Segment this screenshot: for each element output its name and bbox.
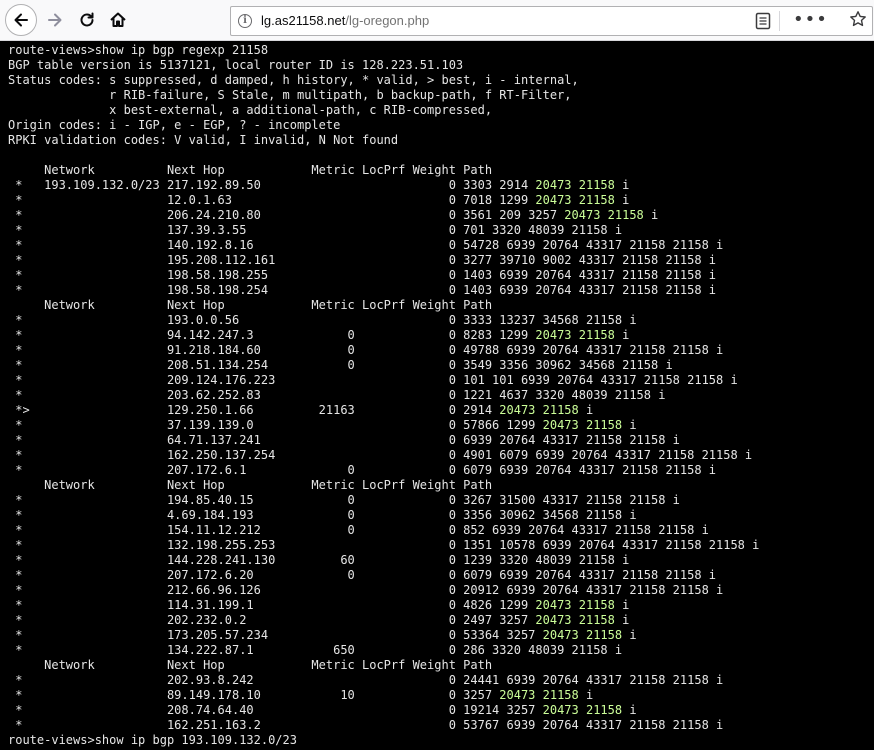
- table-row: * 193.109.132.0/23 217.192.89.50 0 3303 …: [8, 178, 630, 192]
- table-row: * 144.228.241.130 60 0 1239 3320 48039 2…: [8, 553, 630, 567]
- table-row: * 209.124.176.223 0 101 101 6939 20764 4…: [8, 373, 738, 387]
- table-row: * 206.24.210.80 0 3561 209 3257 20473 21…: [8, 208, 659, 222]
- table-row: * 194.85.40.15 0 0 3267 31500 43317 2115…: [8, 493, 680, 507]
- highlighted-as-path: 20473 21158: [542, 628, 623, 642]
- terminal-line: RPKI validation codes: V valid, I invali…: [8, 133, 399, 147]
- table-row: * 64.71.137.241 0 6939 20764 43317 21158…: [8, 433, 680, 447]
- table-row: * 114.31.199.1 0 4826 1299 20473 21158 i: [8, 598, 630, 612]
- highlighted-as-path: 20473 21158: [535, 598, 615, 612]
- table-row: * 37.139.139.0 0 57866 1299 20473 21158 …: [8, 418, 637, 432]
- table-row: * 207.172.6.20 0 0 6079 6939 20764 43317…: [8, 568, 717, 582]
- table-row: * 12.0.1.63 0 7018 1299 20473 21158 i: [8, 193, 630, 207]
- table-header-row: Network Next Hop Metric LocPrf Weight Pa…: [8, 163, 493, 177]
- highlighted-as-path: 20473 21158: [535, 178, 615, 192]
- reload-button[interactable]: [72, 5, 102, 35]
- table-row: * 198.58.198.255 0 1403 6939 20764 43317…: [8, 268, 717, 282]
- terminal-line: x best-external, a additional-path, c RI…: [8, 103, 493, 117]
- highlighted-as-path: 20473 21158: [535, 613, 615, 627]
- url-bar[interactable]: i lg.as21158.net/lg-oregon.php •••: [230, 6, 873, 36]
- table-row: *> 129.250.1.66 21163 0 2914 20473 21158…: [8, 403, 594, 417]
- table-row: * 207.172.6.1 0 0 6079 6939 20764 43317 …: [8, 463, 717, 477]
- browser-toolbar: i lg.as21158.net/lg-oregon.php •••: [0, 0, 874, 41]
- table-row: * 208.74.64.40 0 19214 3257 20473 21158 …: [8, 703, 637, 717]
- reader-view-icon[interactable]: [755, 12, 771, 30]
- table-row: * 94.142.247.3 0 0 8283 1299 20473 21158…: [8, 328, 630, 342]
- terminal-line: Origin codes: i - IGP, e - EGP, ? - inco…: [8, 118, 341, 132]
- terminal-line: Status codes: s suppressed, d damped, h …: [8, 73, 579, 87]
- table-row: * 173.205.57.234 0 53364 3257 20473 2115…: [8, 628, 637, 642]
- table-row: * 195.208.112.161 0 3277 39710 9002 4331…: [8, 253, 717, 267]
- table-row: * 154.11.12.212 0 0 852 6939 20764 43317…: [8, 523, 709, 537]
- highlighted-as-path: 20473 21158: [542, 703, 623, 717]
- home-button[interactable]: [103, 5, 133, 35]
- info-icon[interactable]: i: [238, 14, 252, 28]
- table-row: * 193.0.0.56 0 3333 13237 34568 21158 i: [8, 313, 637, 327]
- terminal-line: BGP table version is 5137121, local rout…: [8, 58, 464, 72]
- home-icon: [110, 12, 126, 27]
- table-row: * 137.39.3.55 0 701 3320 48039 21158 i: [8, 223, 623, 237]
- url-host: lg.as21158.net: [261, 13, 346, 28]
- table-row: * 89.149.178.10 10 0 3257 20473 21158 i: [8, 688, 594, 702]
- back-button[interactable]: [5, 4, 37, 36]
- back-arrow-icon: [14, 13, 28, 27]
- reload-icon: [80, 12, 94, 27]
- highlighted-as-path: 20473 21158: [499, 688, 579, 702]
- bookmark-star-icon[interactable]: [849, 10, 867, 28]
- table-header-row: Network Next Hop Metric LocPrf Weight Pa…: [8, 298, 493, 312]
- table-header-row: Network Next Hop Metric LocPrf Weight Pa…: [8, 658, 493, 672]
- table-row: * 212.66.96.126 0 20912 6939 20764 43317…: [8, 583, 724, 597]
- table-row: * 91.218.184.60 0 0 49788 6939 20764 433…: [8, 343, 724, 357]
- table-row: * 140.192.8.16 0 54728 6939 20764 43317 …: [8, 238, 724, 252]
- table-row: * 202.232.0.2 0 2497 3257 20473 21158 i: [8, 613, 630, 627]
- forward-arrow-icon: [48, 13, 62, 27]
- highlighted-as-path: 20473 21158: [535, 193, 615, 207]
- highlighted-as-path: 20473 21158: [564, 208, 644, 222]
- table-row: * 4.69.184.193 0 0 3356 30962 34568 2115…: [8, 508, 637, 522]
- table-row: * 208.51.134.254 0 0 3549 3356 30962 345…: [8, 358, 673, 372]
- more-options-icon[interactable]: •••: [793, 9, 828, 30]
- highlighted-as-path: 20473 21158: [499, 403, 579, 417]
- table-row: * 132.198.255.253 0 1351 10578 6939 2076…: [8, 538, 760, 552]
- command-prompt-line: route-views>show ip bgp 193.109.132.0/23: [8, 733, 297, 747]
- url-path: /lg-oregon.php: [345, 13, 430, 28]
- terminal-line: r RIB-failure, S Stale, m multipath, b b…: [8, 88, 572, 102]
- table-row: * 202.93.8.242 0 24441 6939 20764 43317 …: [8, 673, 724, 687]
- table-row: * 162.250.137.254 0 4901 6079 6939 20764…: [8, 448, 753, 462]
- table-row: * 162.251.163.2 0 53767 6939 20764 43317…: [8, 718, 724, 732]
- table-header-row: Network Next Hop Metric LocPrf Weight Pa…: [8, 478, 493, 492]
- url-text[interactable]: lg.as21158.net/lg-oregon.php: [261, 13, 429, 28]
- command-prompt-line: route-views>show ip bgp regexp 21158: [8, 43, 269, 57]
- table-row: * 198.58.198.254 0 1403 6939 20764 43317…: [8, 283, 717, 297]
- url-bar-separator: [779, 11, 780, 31]
- highlighted-as-path: 20473 21158: [542, 418, 623, 432]
- table-row: * 134.222.87.1 650 0 286 3320 48039 2115…: [8, 643, 623, 657]
- forward-button[interactable]: [40, 5, 70, 35]
- table-row: * 203.62.252.83 0 1221 4637 3320 48039 2…: [8, 388, 666, 402]
- bgp-output-terminal: route-views>show ip bgp regexp 21158 BGP …: [0, 41, 874, 750]
- highlighted-as-path: 20473 21158: [535, 328, 615, 342]
